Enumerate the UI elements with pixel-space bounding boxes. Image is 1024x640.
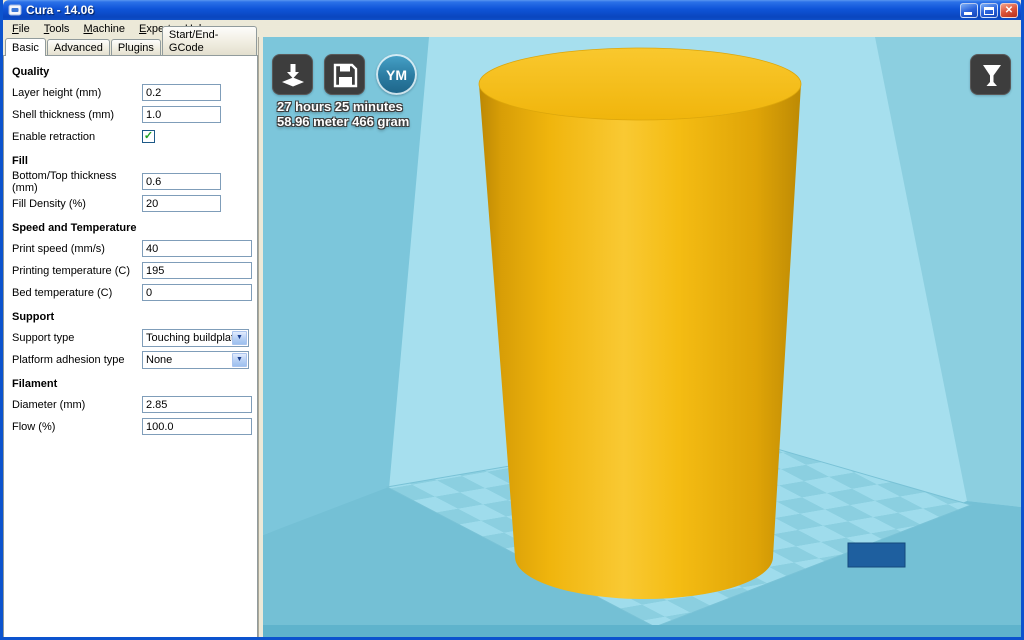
shell-thickness-label: Shell thickness (mm)	[12, 108, 115, 121]
platform-adhesion-value: None	[146, 353, 173, 366]
dropdown-arrow-button[interactable]: ▼	[232, 352, 247, 367]
tab-plugins[interactable]: Plugins	[110, 39, 161, 56]
cylinder-body	[479, 84, 801, 599]
tab-strip: Basic Advanced Plugins Start/End-GCode	[3, 26, 258, 56]
print-speed-label: Print speed (mm/s)	[12, 242, 105, 255]
setting-row: Enable retraction ✓	[12, 127, 249, 146]
support-type-label: Support type	[12, 331, 75, 344]
bottom-top-thickness-label: Bottom/Top thickness (mm)	[12, 169, 117, 194]
youmagine-share-button[interactable]: YM	[376, 54, 417, 95]
fill-density-input[interactable]	[142, 195, 221, 212]
menu-bar: File Tools Machine Expert Help	[3, 20, 1021, 37]
setting-row: Print speed (mm/s)	[12, 239, 252, 258]
save-toolpath-button[interactable]	[324, 54, 365, 95]
close-button[interactable]: ✕	[1000, 2, 1018, 18]
basic-settings-page: Quality Layer height (mm) Shell thicknes…	[3, 55, 258, 637]
cylinder-top	[478, 47, 802, 121]
print-time-estimate: 27 hours 25 minutes	[277, 99, 403, 114]
save-icon	[333, 63, 357, 87]
layer-height-input[interactable]	[142, 84, 221, 101]
platform-adhesion-label: Platform adhesion type	[12, 353, 125, 366]
section-title-filament: Filament	[12, 378, 58, 390]
load-model-button[interactable]	[272, 54, 313, 95]
support-type-dropdown[interactable]: Touching buildplate ▼	[142, 328, 249, 347]
section-title-support: Support	[12, 311, 55, 323]
setting-row: Shell thickness (mm)	[12, 105, 249, 124]
setting-row: Bottom/Top thickness (mm)	[12, 169, 249, 194]
section-title-quality: Quality	[12, 66, 50, 78]
setting-row: Layer height (mm)	[12, 83, 249, 102]
printing-temperature-input[interactable]	[142, 262, 252, 279]
title-bar[interactable]: Cura - 14.06 ✕	[3, 0, 1021, 20]
layer-height-label: Layer height (mm)	[12, 86, 102, 99]
close-icon: ✕	[1004, 4, 1014, 16]
print-estimate: 27 hours 25 minutes 58.96 meter 466 gram	[277, 99, 409, 129]
bed-temperature-input[interactable]	[142, 284, 252, 301]
setting-row: Flow (%)	[12, 417, 252, 436]
material-estimate: 58.96 meter 466 gram	[277, 114, 410, 129]
menu-machine[interactable]: Machine	[76, 22, 132, 36]
minimize-button[interactable]	[960, 2, 978, 18]
build-volume-bottom-edge	[263, 625, 1021, 637]
support-type-value: Touching buildplate	[146, 331, 241, 344]
setting-row: Bed temperature (C)	[12, 283, 252, 302]
setting-row: Fill Density (%)	[12, 194, 249, 213]
model-cylinder[interactable]	[478, 47, 802, 599]
settings-panel: Basic Advanced Plugins Start/End-GCode Q…	[3, 26, 258, 637]
fill-density-label: Fill Density (%)	[12, 197, 86, 210]
setting-row: Platform adhesion type None ▼	[12, 350, 249, 369]
tab-start-end-gcode[interactable]: Start/End-GCode	[161, 26, 257, 56]
view-mode-icon	[982, 64, 1001, 86]
tab-basic[interactable]: Basic	[5, 38, 46, 56]
chevron-down-icon: ▼	[236, 334, 243, 341]
printing-temperature-label: Printing temperature (C)	[12, 264, 130, 277]
setting-row: Support type Touching buildplate ▼	[12, 328, 249, 347]
load-model-icon	[281, 63, 304, 86]
menu-file[interactable]: File	[5, 22, 37, 36]
diameter-input[interactable]	[142, 396, 252, 413]
chevron-down-icon: ▼	[236, 356, 243, 363]
check-icon: ✓	[143, 130, 154, 142]
setting-row: Diameter (mm)	[12, 395, 252, 414]
menu-tools[interactable]: Tools	[37, 22, 77, 36]
shell-thickness-input[interactable]	[142, 106, 221, 123]
viewport-3d[interactable]: YM 27 hours 25 minutes 58.96 meter 466 g…	[263, 37, 1021, 637]
platform-highlight-rect	[847, 542, 906, 568]
setting-row: Printing temperature (C)	[12, 261, 252, 280]
minimize-icon	[964, 11, 972, 15]
flow-input[interactable]	[142, 418, 252, 435]
maximize-icon	[984, 6, 994, 15]
flow-label: Flow (%)	[12, 420, 56, 433]
print-speed-input[interactable]	[142, 240, 252, 257]
enable-retraction-label: Enable retraction	[12, 130, 96, 143]
section-title-fill: Fill	[12, 155, 28, 167]
enable-retraction-checkbox[interactable]: ✓	[142, 130, 155, 143]
view-mode-button[interactable]	[970, 54, 1011, 95]
bed-temperature-label: Bed temperature (C)	[12, 286, 113, 299]
app-icon	[8, 3, 22, 17]
dropdown-arrow-button[interactable]: ▼	[232, 330, 247, 345]
platform-adhesion-dropdown[interactable]: None ▼	[142, 350, 249, 369]
maximize-button[interactable]	[980, 2, 998, 18]
bottom-top-thickness-input[interactable]	[142, 173, 221, 190]
window-title: Cura - 14.06	[26, 3, 95, 17]
cura-window: Cura - 14.06 ✕ File Tools Machine Expert…	[0, 0, 1024, 640]
youmagine-label: YM	[386, 66, 407, 83]
diameter-label: Diameter (mm)	[12, 398, 86, 411]
tab-advanced[interactable]: Advanced	[46, 39, 110, 56]
section-title-speed-temperature: Speed and Temperature	[12, 222, 137, 234]
